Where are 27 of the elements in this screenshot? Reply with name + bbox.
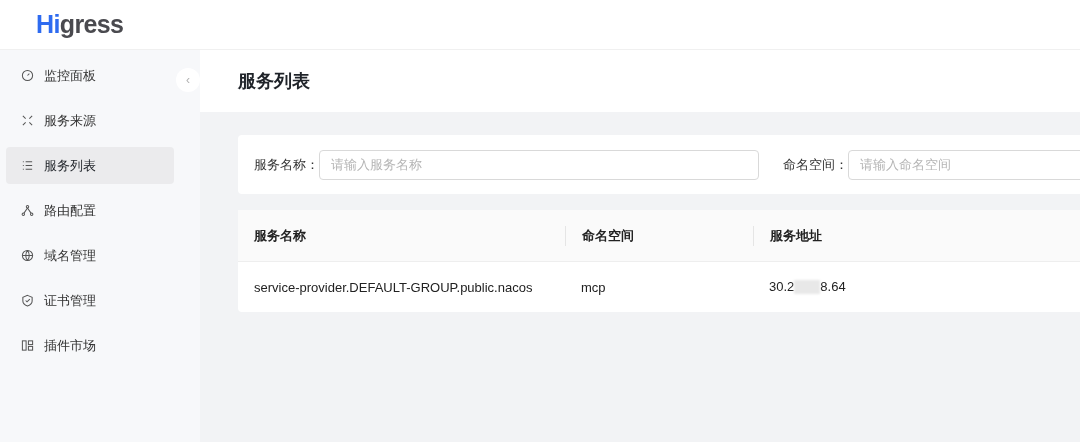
logo: Higress xyxy=(36,8,124,40)
sidebar-item[interactable]: 监控面板 xyxy=(6,57,174,94)
column-header: 服务名称 xyxy=(254,226,306,245)
search-field[interactable]: 请输入命名空间 xyxy=(848,149,1080,180)
globe-icon xyxy=(21,249,34,262)
sidebar-item[interactable]: 服务列表 xyxy=(6,147,174,184)
table-cell: service-provider.DEFAULT-GROUP.public.nacos xyxy=(254,280,533,295)
table-cell-text: 30.2 xyxy=(769,278,795,297)
sidebar-item[interactable]: 插件市场 xyxy=(6,327,174,364)
table-cell: mcp xyxy=(581,280,606,295)
search-field[interactable]: 请输入服务名称 xyxy=(319,149,759,180)
gauge-icon xyxy=(21,69,34,82)
sidebar-item[interactable]: 证书管理 xyxy=(6,282,174,319)
nodes-icon xyxy=(21,204,34,217)
field-label: 命名空间： xyxy=(783,155,848,174)
column-header: 命名空间 xyxy=(582,226,634,245)
sidebar-item[interactable]: 域名管理 xyxy=(6,237,174,274)
grid-icon xyxy=(21,339,34,352)
field-label: 服务名称： xyxy=(254,155,319,174)
column-header: 服务地址 xyxy=(770,226,822,245)
page-title: 服务列表 xyxy=(238,69,310,93)
sidebar-item[interactable]: 服务来源 xyxy=(6,102,174,139)
arrows-icon xyxy=(21,114,34,127)
list-icon xyxy=(21,159,34,172)
shield-icon xyxy=(21,294,34,307)
sidebar-item[interactable]: 路由配置 xyxy=(6,192,174,229)
table-cell-text: 8.64 xyxy=(820,278,846,297)
